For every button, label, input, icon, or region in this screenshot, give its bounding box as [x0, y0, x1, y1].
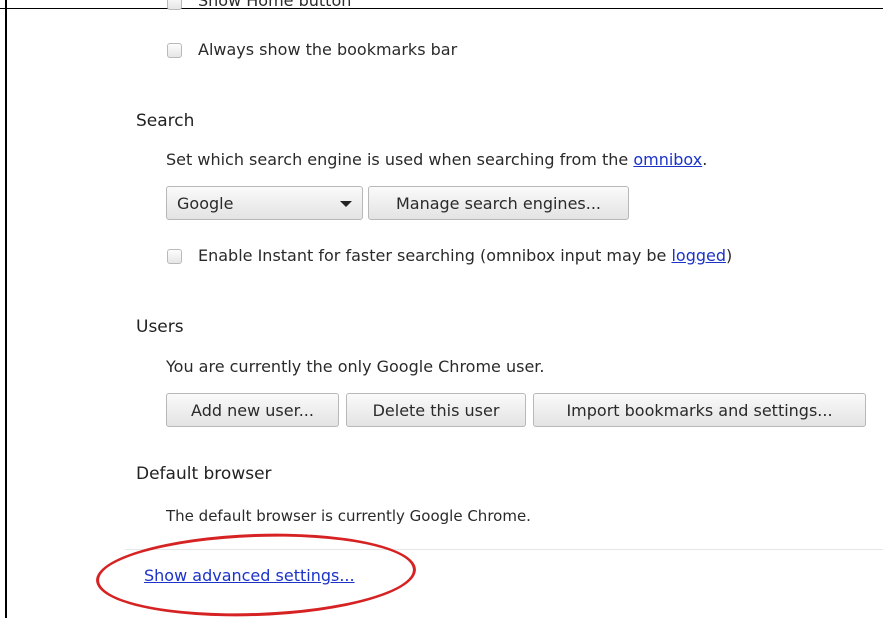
import-bookmarks-button[interactable]: Import bookmarks and settings... — [533, 393, 866, 427]
delete-user-button[interactable]: Delete this user — [346, 393, 526, 427]
users-heading: Users — [136, 317, 184, 337]
show-home-button-label: Show Home button — [198, 0, 352, 10]
search-heading: Search — [136, 111, 195, 131]
search-engine-select[interactable]: Google — [166, 186, 363, 220]
frame-left-border — [5, 0, 7, 618]
instant-label-text: Enable Instant for faster searching (omn… — [198, 246, 672, 265]
show-home-button-checkbox[interactable] — [167, 0, 182, 10]
instant-label: Enable Instant for faster searching (omn… — [198, 246, 732, 265]
instant-label-suffix: ) — [726, 246, 733, 265]
search-description-suffix: . — [702, 150, 708, 169]
default-browser-heading: Default browser — [136, 464, 272, 484]
omnibox-link[interactable]: omnibox — [633, 150, 702, 169]
add-new-user-button[interactable]: Add new user... — [166, 393, 339, 427]
bookmarks-bar-label: Always show the bookmarks bar — [198, 40, 458, 59]
search-description-text: Set which search engine is used when sea… — [166, 150, 634, 169]
users-description: You are currently the only Google Chrome… — [166, 357, 545, 376]
highlight-circle — [94, 528, 418, 618]
manage-search-engines-button[interactable]: Manage search engines... — [368, 186, 629, 220]
chevron-down-icon — [340, 201, 352, 207]
search-description: Set which search engine is used when sea… — [166, 150, 707, 169]
instant-checkbox[interactable] — [167, 249, 182, 264]
bookmarks-bar-checkbox[interactable] — [167, 43, 182, 58]
search-engine-value: Google — [177, 193, 234, 213]
logged-link[interactable]: logged — [671, 246, 726, 265]
default-browser-description: The default browser is currently Google … — [166, 507, 531, 525]
frame-top-border — [0, 8, 883, 9]
